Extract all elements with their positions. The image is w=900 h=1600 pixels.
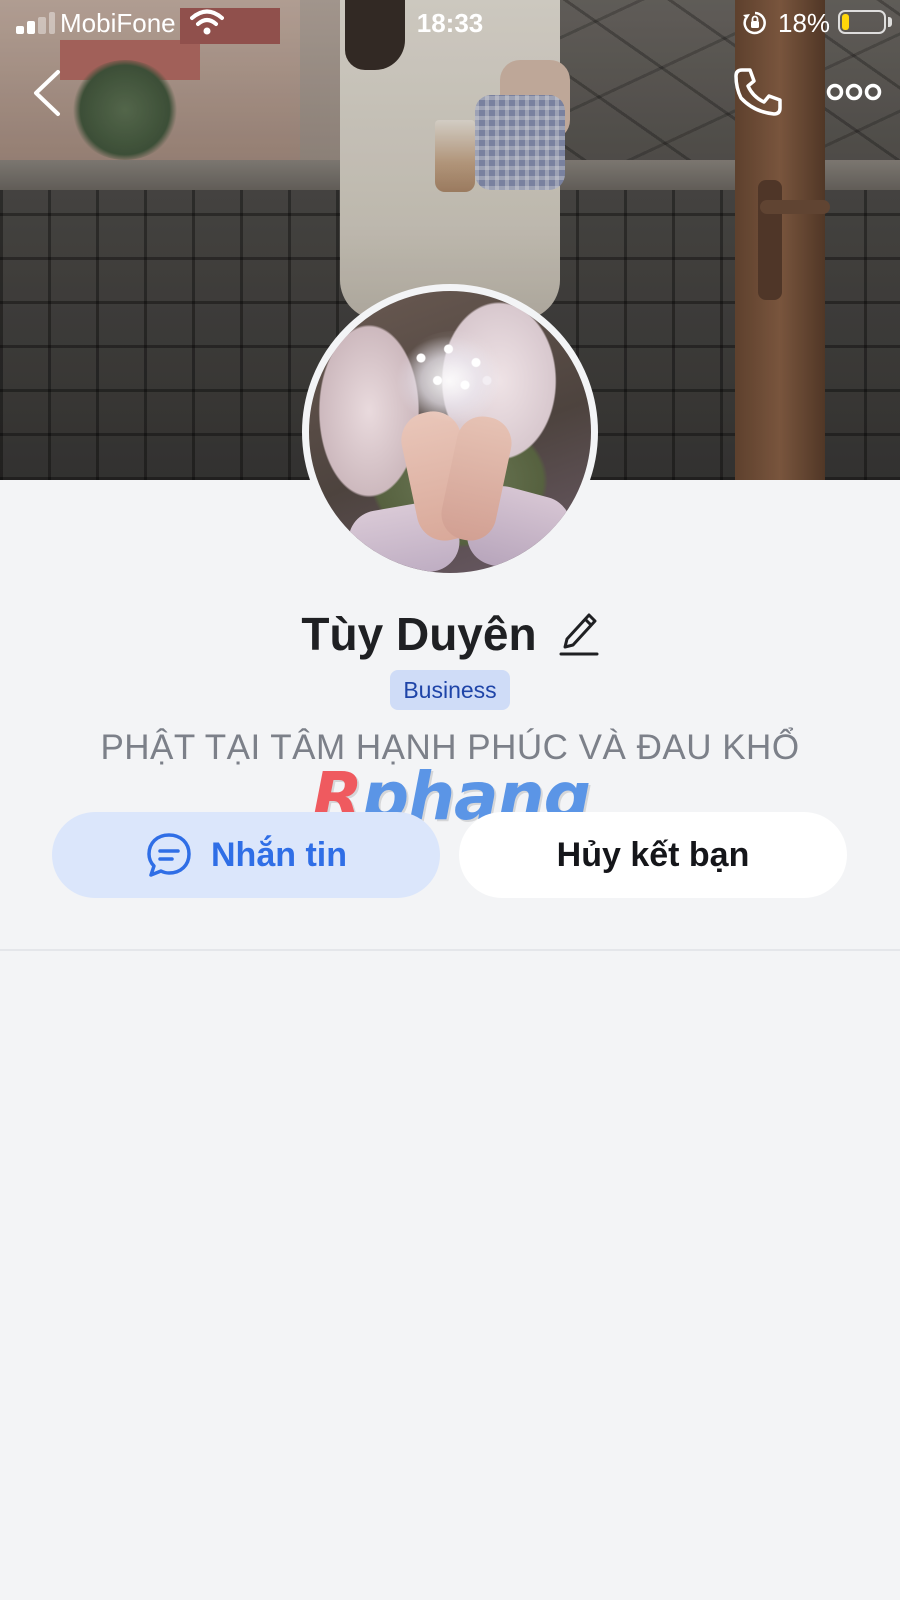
chat-bubble-icon xyxy=(147,833,191,877)
battery-cap xyxy=(888,17,892,27)
chevron-left-icon xyxy=(34,70,60,116)
unfriend-button-label: Hủy kết bạn xyxy=(556,835,750,874)
battery-level-fill xyxy=(842,14,849,30)
message-button-label: Nhắn tin xyxy=(211,835,347,874)
back-button[interactable] xyxy=(26,68,70,118)
battery-percent: 18% xyxy=(778,8,831,38)
profile-avatar[interactable] xyxy=(302,284,598,580)
more-horizontal-icon xyxy=(826,83,882,101)
section-divider xyxy=(0,949,900,951)
profile-name-row: Tùy Duyên xyxy=(0,604,900,664)
call-button[interactable] xyxy=(732,66,784,118)
profile-name: Tùy Duyên xyxy=(301,608,537,660)
pencil-icon[interactable] xyxy=(559,611,599,657)
status-bar: MobiFone 18:33 18% xyxy=(0,0,900,46)
rotation-lock-icon xyxy=(743,11,766,35)
phone-icon xyxy=(734,68,782,116)
unfriend-button[interactable]: Hủy kết bạn xyxy=(459,812,847,898)
message-button[interactable]: Nhắn tin xyxy=(52,812,440,898)
business-badge: Business xyxy=(390,670,510,710)
avatar-flowers xyxy=(399,331,509,421)
battery-icon xyxy=(838,10,886,34)
more-options-button[interactable] xyxy=(826,74,882,110)
